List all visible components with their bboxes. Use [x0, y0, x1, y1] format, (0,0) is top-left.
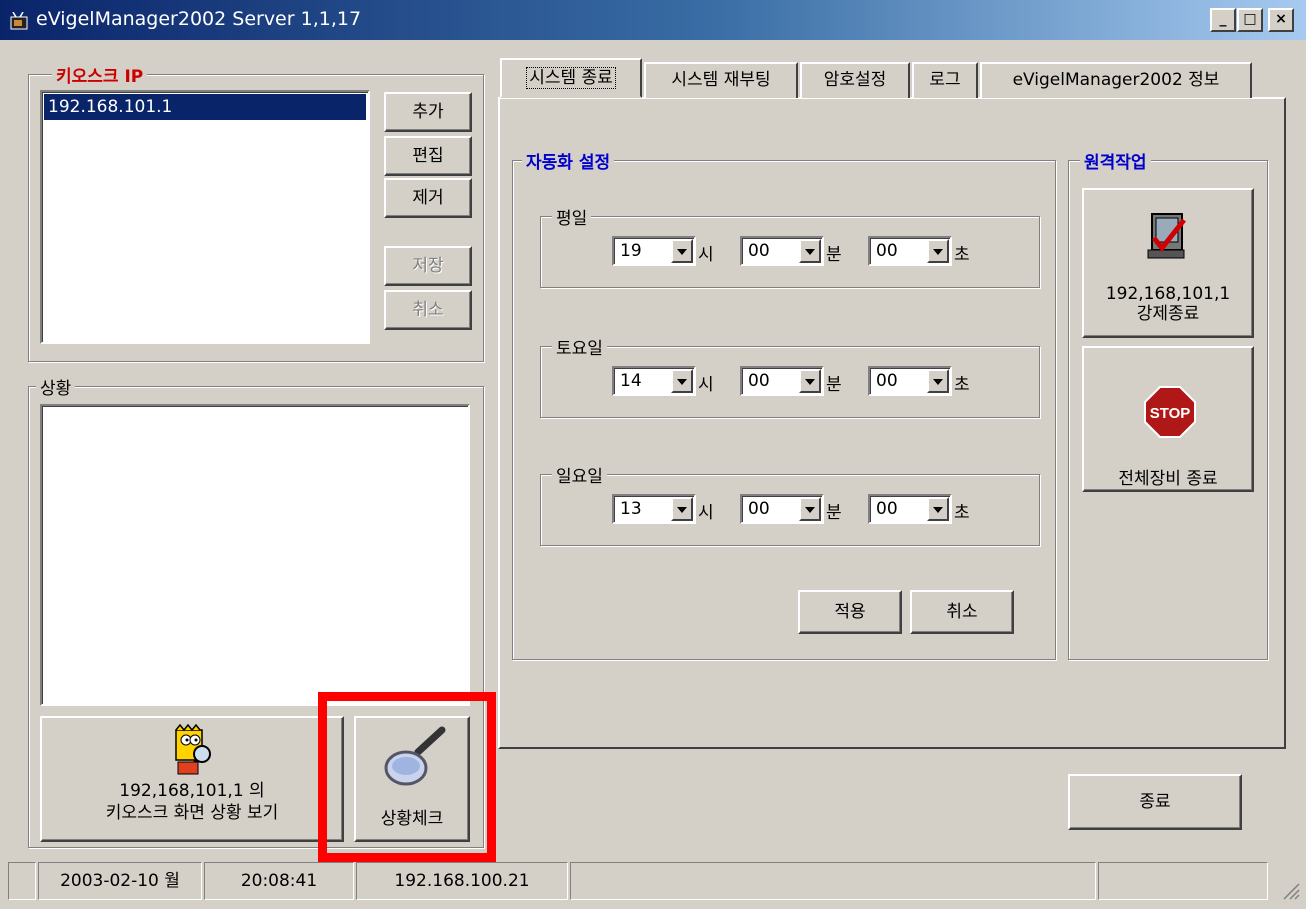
minute-unit: 분 [826, 375, 842, 395]
stop-sign-icon: STOP [1144, 386, 1196, 438]
saturday-second-select[interactable]: 00 [868, 366, 952, 396]
tab-log[interactable]: 로그 [912, 62, 978, 98]
second-unit: 초 [954, 245, 970, 265]
close-button[interactable]: × [1268, 8, 1294, 32]
hour-unit: 시 [698, 503, 714, 523]
remove-button[interactable]: 제거 [384, 178, 472, 218]
highlight-box [318, 692, 496, 862]
window-title: eVigelManager2002 Server 1,1,17 [36, 8, 362, 30]
saturday-label: 토요일 [552, 334, 607, 359]
minute-unit: 분 [826, 503, 842, 523]
force-shutdown-button[interactable]: 192,168,101,1 강제종료 [1082, 188, 1254, 338]
force-shutdown-label: 192,168,101,1 강제종료 [1105, 284, 1231, 324]
view-kiosk-screen-label: 192,168,101,1 의 키오스크 화면 상황 보기 [105, 781, 279, 823]
auto-cancel-button[interactable]: 취소 [910, 590, 1014, 634]
second-unit: 초 [954, 375, 970, 395]
status-cell-empty [8, 862, 36, 900]
cancel-button[interactable]: 취소 [384, 290, 472, 330]
hour-unit: 시 [698, 375, 714, 395]
saturday-hour-select[interactable]: 14 [612, 366, 696, 396]
exit-button[interactable]: 종료 [1068, 774, 1242, 830]
hour-unit: 시 [698, 245, 714, 265]
weekday-hour-select[interactable]: 19 [612, 236, 696, 266]
tab-info[interactable]: eVigelManager2002 정보 [980, 62, 1252, 98]
saturday-minute-select[interactable]: 00 [740, 366, 824, 396]
status-date: 2003-02-10 월 [38, 862, 202, 900]
status-time: 20:08:41 [204, 862, 354, 900]
tab-system-reboot[interactable]: 시스템 재부팅 [644, 62, 798, 98]
shutdown-all-button[interactable]: STOP 전체장비 종료 [1082, 346, 1254, 492]
kiosk-ip-list[interactable]: 192.168.101.1 [40, 90, 370, 344]
resize-grip-icon[interactable] [1278, 878, 1300, 900]
status-cell-empty [1098, 862, 1268, 900]
status-log-area[interactable] [40, 404, 470, 706]
status-cell-empty [570, 862, 1096, 900]
bart-detective-icon [175, 724, 211, 775]
second-unit: 초 [954, 503, 970, 523]
sunday-minute-select[interactable]: 00 [740, 494, 824, 524]
sunday-second-select[interactable]: 00 [868, 494, 952, 524]
automation-label: 자동화 설정 [522, 148, 615, 173]
sunday-label: 일요일 [552, 462, 607, 487]
weekday-minute-select[interactable]: 00 [740, 236, 824, 266]
edit-button[interactable]: 편집 [384, 136, 472, 176]
sunday-hour-select[interactable]: 13 [612, 494, 696, 524]
weekday-label: 평일 [552, 204, 592, 229]
shutdown-all-label: 전체장비 종료 [1118, 469, 1218, 489]
maximize-button[interactable]: □ [1237, 8, 1263, 32]
title-bar[interactable]: eVigelManager2002 Server 1,1,17 _ □ × [0, 0, 1306, 40]
tab-password[interactable]: 암호설정 [800, 62, 910, 98]
remote-label: 원격작업 [1080, 148, 1151, 173]
minute-unit: 분 [826, 245, 842, 265]
kiosk-ip-label: 키오스크 IP [52, 62, 148, 87]
status-ip: 192.168.100.21 [356, 862, 568, 900]
list-item[interactable]: 192.168.101.1 [44, 94, 366, 120]
stop-sign-text: STOP [1150, 405, 1191, 422]
computer-check-icon [1147, 213, 1186, 259]
status-group-label: 상황 [36, 374, 76, 399]
view-kiosk-screen-button[interactable]: 192,168,101,1 의 키오스크 화면 상황 보기 [40, 716, 344, 842]
weekday-second-select[interactable]: 00 [868, 236, 952, 266]
tv-app-icon [10, 12, 28, 30]
minimize-button[interactable]: _ [1210, 8, 1236, 32]
save-button[interactable]: 저장 [384, 246, 472, 286]
add-button[interactable]: 추가 [384, 92, 472, 132]
tab-system-shutdown[interactable]: 시스템 종료 [500, 58, 642, 98]
apply-button[interactable]: 적용 [798, 590, 902, 634]
